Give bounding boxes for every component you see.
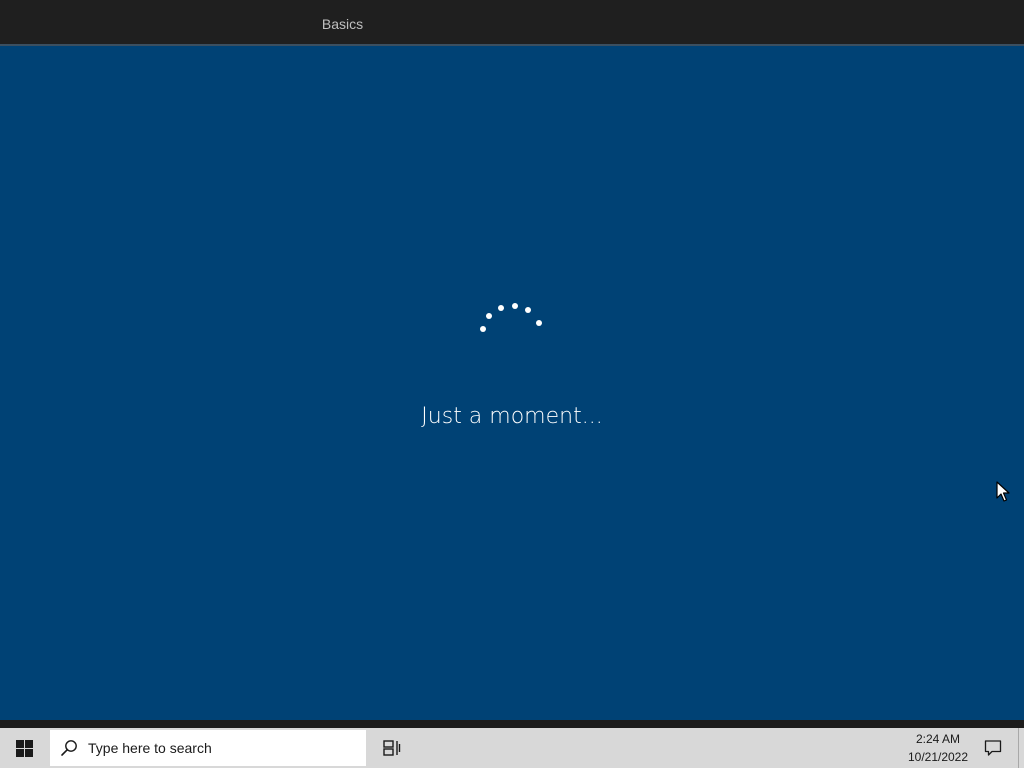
loading-message: Just a moment... (421, 404, 603, 429)
action-center-icon (984, 740, 1002, 756)
show-desktop-button[interactable] (1018, 728, 1024, 768)
clock-date: 10/21/2022 (907, 750, 969, 764)
taskbar: Type here to search 2:24 AM 10/21/2022 (0, 728, 1024, 768)
spinner-dot (480, 326, 486, 332)
tab-basics-label: Basics (321, 16, 364, 32)
clock-time: 2:24 AM (915, 732, 961, 746)
header-bar: Basics (0, 0, 1024, 46)
taskbar-top-edge (0, 720, 1024, 728)
task-view-icon (383, 740, 401, 756)
spinner-dot (512, 303, 518, 309)
spinner-dot (486, 313, 492, 319)
search-icon (59, 738, 79, 758)
spinner-dot (536, 320, 542, 326)
start-button[interactable] (0, 728, 48, 768)
oobe-screen: Basics Just a moment... Type here to sea… (0, 0, 1024, 768)
task-view-button[interactable] (368, 728, 416, 768)
spinner-dot (525, 307, 531, 313)
header-divider (0, 44, 1024, 46)
loading-spinner (478, 298, 548, 338)
search-box[interactable]: Type here to search (50, 730, 366, 766)
action-center-button[interactable] (978, 728, 1008, 768)
search-placeholder: Type here to search (88, 740, 212, 756)
taskbar-clock[interactable]: 2:24 AM 10/21/2022 (898, 728, 978, 768)
tab-basics: Basics (245, 0, 440, 46)
mouse-pointer-icon (996, 481, 1010, 502)
spinner-dot (498, 305, 504, 311)
windows-logo-icon (15, 739, 33, 757)
